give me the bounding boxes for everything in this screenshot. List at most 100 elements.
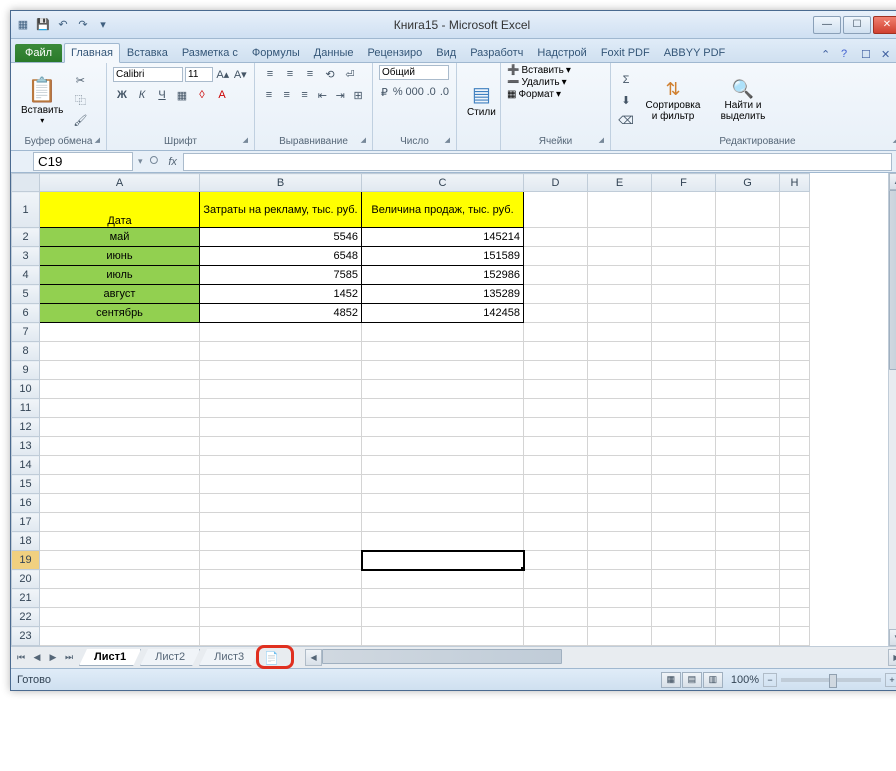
cell[interactable]: июль xyxy=(40,266,200,285)
insert-cells-button[interactable]: ➕ Вставить ▾ xyxy=(507,65,604,76)
new-sheet-button[interactable]: 📄 xyxy=(258,649,285,667)
currency-icon[interactable]: ₽ xyxy=(379,83,390,101)
tab-formulas[interactable]: Формулы xyxy=(245,43,307,62)
col-header[interactable]: A xyxy=(40,174,200,192)
italic-icon[interactable]: К xyxy=(133,86,151,104)
fill-icon[interactable]: ⬇ xyxy=(617,91,635,109)
tab-developer[interactable]: Разработч xyxy=(463,43,530,62)
col-header[interactable]: C xyxy=(362,174,524,192)
cell[interactable]: Величина продаж, тыс. руб. xyxy=(362,192,524,228)
scroll-left-button[interactable]: ◀ xyxy=(305,649,322,666)
font-color-icon[interactable]: A xyxy=(213,86,231,104)
active-cell[interactable] xyxy=(362,551,524,570)
zoom-level[interactable]: 100% xyxy=(731,674,759,686)
close-button[interactable]: ✕ xyxy=(873,16,896,34)
cell[interactable]: 142458 xyxy=(362,304,524,323)
minimize-ribbon-icon[interactable]: ⌃ xyxy=(821,48,835,62)
align-center-icon[interactable]: ≡ xyxy=(279,86,295,104)
sheet-tab[interactable]: Лист2 xyxy=(140,649,200,666)
col-header[interactable]: D xyxy=(524,174,588,192)
row-header[interactable]: 11 xyxy=(12,399,40,418)
indent-inc-icon[interactable]: ⇥ xyxy=(332,86,348,104)
col-header[interactable]: F xyxy=(652,174,716,192)
clear-icon[interactable]: ⌫ xyxy=(617,111,635,129)
row-header[interactable]: 23 xyxy=(12,627,40,646)
row-header[interactable]: 7 xyxy=(12,323,40,342)
scroll-thumb[interactable] xyxy=(889,190,896,370)
col-header[interactable]: H xyxy=(780,174,810,192)
qat-more-icon[interactable]: ▾ xyxy=(95,17,111,33)
format-cells-button[interactable]: ▦ Формат ▾ xyxy=(507,89,604,100)
row-header[interactable]: 6 xyxy=(12,304,40,323)
row-header[interactable]: 18 xyxy=(12,532,40,551)
comma-icon[interactable]: 000 xyxy=(406,83,424,101)
page-break-view-button[interactable]: ▥ xyxy=(703,672,723,688)
font-name-select[interactable] xyxy=(113,67,183,82)
row-header[interactable]: 14 xyxy=(12,456,40,475)
sort-filter-button[interactable]: ⇅ Сортировка и фильтр xyxy=(639,77,707,124)
align-right-icon[interactable]: ≡ xyxy=(297,86,313,104)
indent-dec-icon[interactable]: ⇤ xyxy=(314,86,330,104)
row-header[interactable]: 19 xyxy=(12,551,40,570)
cell[interactable]: август xyxy=(40,285,200,304)
styles-button[interactable]: ▤ Стили xyxy=(463,80,500,120)
vertical-scrollbar[interactable]: ▲ ▼ xyxy=(888,173,896,646)
row-header[interactable]: 16 xyxy=(12,494,40,513)
row-header[interactable]: 3 xyxy=(12,247,40,266)
shrink-font-icon[interactable]: A▾ xyxy=(233,65,249,83)
inc-decimal-icon[interactable]: .0 xyxy=(426,83,437,101)
cell[interactable]: 135289 xyxy=(362,285,524,304)
row-header[interactable]: 21 xyxy=(12,589,40,608)
row-header[interactable]: 8 xyxy=(12,342,40,361)
save-icon[interactable]: 💾 xyxy=(35,17,51,33)
cell[interactable]: Дата xyxy=(40,192,200,228)
cell[interactable]: май xyxy=(40,228,200,247)
bold-icon[interactable]: Ж xyxy=(113,86,131,104)
align-bottom-icon[interactable]: ≡ xyxy=(301,65,319,83)
row-header[interactable]: 20 xyxy=(12,570,40,589)
scroll-right-button[interactable]: ▶ xyxy=(888,649,896,666)
font-size-select[interactable] xyxy=(185,67,213,82)
grow-font-icon[interactable]: A▴ xyxy=(215,65,231,83)
tab-home[interactable]: Главная xyxy=(64,43,120,63)
cell[interactable]: 152986 xyxy=(362,266,524,285)
align-left-icon[interactable]: ≡ xyxy=(261,86,277,104)
file-tab[interactable]: Файл xyxy=(15,44,62,62)
horizontal-scrollbar[interactable]: ◀ ▶ xyxy=(305,649,896,666)
tab-addins[interactable]: Надстрой xyxy=(530,43,593,62)
row-header[interactable]: 5 xyxy=(12,285,40,304)
normal-view-button[interactable]: ▦ xyxy=(661,672,681,688)
align-middle-icon[interactable]: ≡ xyxy=(281,65,299,83)
window-restore-icon[interactable]: ☐ xyxy=(861,48,875,62)
tab-abbyy[interactable]: ABBYY PDF xyxy=(657,43,733,62)
row-header[interactable]: 4 xyxy=(12,266,40,285)
cell[interactable]: 7585 xyxy=(200,266,362,285)
cell[interactable]: Затраты на рекламу, тыс. руб. xyxy=(200,192,362,228)
tab-foxit[interactable]: Foxit PDF xyxy=(594,43,657,62)
zoom-out-button[interactable]: − xyxy=(763,673,777,687)
orientation-icon[interactable]: ⟲ xyxy=(321,65,339,83)
delete-cells-button[interactable]: ➖ Удалить ▾ xyxy=(507,77,604,88)
underline-icon[interactable]: Ч xyxy=(153,86,171,104)
fill-color-icon[interactable]: ◊ xyxy=(193,86,211,104)
row-header[interactable]: 9 xyxy=(12,361,40,380)
cell[interactable]: сентябрь xyxy=(40,304,200,323)
row-header[interactable]: 2 xyxy=(12,228,40,247)
fx-icon[interactable]: fx xyxy=(162,156,183,168)
autosum-icon[interactable]: Σ xyxy=(617,71,635,89)
cell[interactable]: 151589 xyxy=(362,247,524,266)
scroll-thumb[interactable] xyxy=(322,649,562,664)
name-box[interactable] xyxy=(33,152,133,171)
row-header[interactable]: 13 xyxy=(12,437,40,456)
cell[interactable]: 4852 xyxy=(200,304,362,323)
tab-view[interactable]: Вид xyxy=(429,43,463,62)
copy-icon[interactable]: ⿻ xyxy=(71,91,89,109)
number-format-select[interactable] xyxy=(379,65,449,80)
wrap-text-icon[interactable]: ⏎ xyxy=(341,65,359,83)
scroll-up-button[interactable]: ▲ xyxy=(889,173,896,190)
row-header[interactable]: 1 xyxy=(12,192,40,228)
row-header[interactable]: 12 xyxy=(12,418,40,437)
minimize-button[interactable]: — xyxy=(813,16,841,34)
row-header[interactable]: 17 xyxy=(12,513,40,532)
tab-insert[interactable]: Вставка xyxy=(120,43,175,62)
